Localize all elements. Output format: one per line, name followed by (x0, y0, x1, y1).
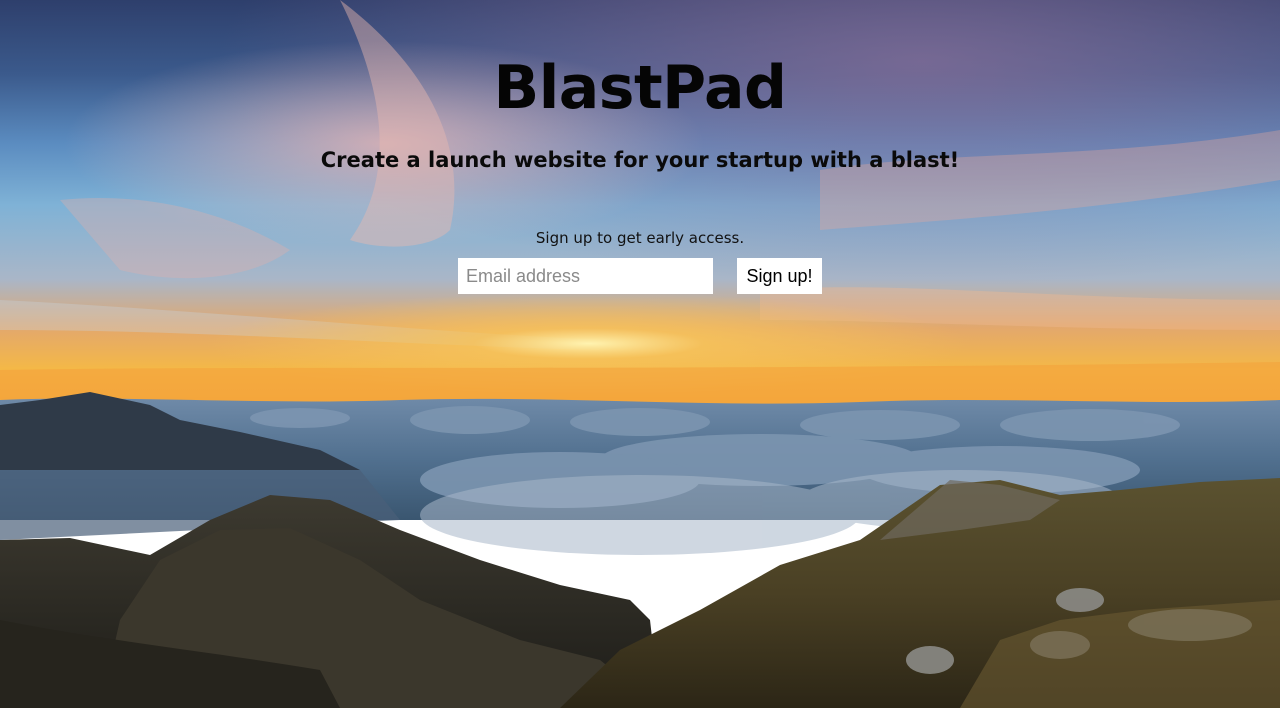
signup-button[interactable]: Sign up! (737, 258, 822, 294)
tagline: Create a launch website for your startup… (320, 148, 960, 172)
hero-section: BlastPad Create a launch website for you… (0, 0, 1280, 708)
signup-prompt: Sign up to get early access. (535, 229, 745, 247)
page-title: BlastPad (493, 53, 787, 123)
email-input[interactable] (458, 258, 713, 294)
